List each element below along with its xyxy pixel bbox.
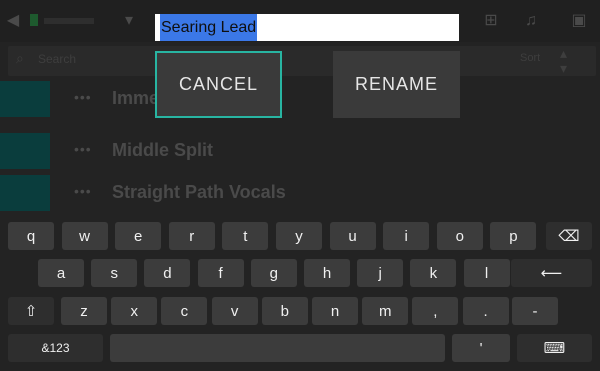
list-item: ••• Immersive Wide bbox=[0, 80, 600, 118]
sort-label: Sort bbox=[520, 52, 541, 64]
key-w[interactable]: w bbox=[61, 222, 108, 250]
selected-text: Searing Lead bbox=[160, 14, 258, 41]
key-h[interactable]: h bbox=[304, 259, 350, 287]
key-z[interactable]: z bbox=[61, 297, 107, 325]
enter-key[interactable]: ⟵ bbox=[511, 259, 592, 287]
key-g[interactable]: g bbox=[250, 259, 297, 287]
search-bar bbox=[8, 46, 596, 76]
key-d[interactable]: d bbox=[144, 259, 191, 287]
list-item: ••• Straight Path Vocals bbox=[0, 174, 600, 212]
on-screen-keyboard: qwertyuiop ⌫ asdfghjkl ⟵ ⇧ zxcvbnm,. - &… bbox=[0, 212, 600, 371]
symbols-key[interactable]: &123 bbox=[8, 334, 103, 362]
back-icon: ◀ bbox=[6, 12, 20, 29]
preset-color-swatch bbox=[0, 175, 50, 211]
cancel-button[interactable]: CANCEL bbox=[155, 51, 282, 118]
key-v[interactable]: v bbox=[211, 297, 258, 325]
key-u[interactable]: u bbox=[329, 222, 376, 250]
level-meter-icon bbox=[30, 14, 38, 26]
key-x[interactable]: x bbox=[111, 297, 158, 325]
shift-key[interactable]: ⇧ bbox=[8, 297, 54, 325]
preset-color-swatch bbox=[0, 81, 50, 117]
preset-name-input[interactable]: Searing Lead bbox=[155, 14, 459, 41]
add-icon: ⊞ bbox=[484, 12, 498, 29]
preset-name: Straight Path Vocals bbox=[112, 182, 286, 202]
key-k[interactable]: k bbox=[410, 259, 457, 287]
key-r[interactable]: r bbox=[168, 222, 215, 250]
key-dash[interactable]: - bbox=[512, 297, 558, 325]
sort-arrows-icon: ▴ ▾ bbox=[560, 45, 568, 76]
preset-name: Middle Split bbox=[112, 140, 213, 160]
key-s[interactable]: s bbox=[91, 259, 138, 287]
key-c[interactable]: c bbox=[161, 297, 208, 325]
key-j[interactable]: j bbox=[357, 259, 404, 287]
key-l[interactable]: l bbox=[463, 259, 510, 287]
key-e[interactable]: e bbox=[115, 222, 162, 250]
key-f[interactable]: f bbox=[197, 259, 244, 287]
key-a[interactable]: a bbox=[38, 259, 84, 287]
more-options-icon: ••• bbox=[74, 89, 92, 105]
key-y[interactable]: y bbox=[276, 222, 322, 250]
search-placeholder: Search bbox=[38, 52, 77, 66]
preset-color-swatch bbox=[0, 133, 50, 169]
rename-button[interactable]: RENAME bbox=[333, 51, 460, 118]
key-comma[interactable]: , bbox=[412, 297, 459, 325]
key-period[interactable]: . bbox=[462, 297, 509, 325]
search-icon: ⌕ bbox=[16, 50, 24, 66]
key-q[interactable]: q bbox=[8, 222, 54, 250]
backspace-key[interactable]: ⌫ bbox=[546, 222, 592, 250]
key-t[interactable]: t bbox=[222, 222, 269, 250]
keyboard-hide-icon[interactable]: ⌨ bbox=[517, 334, 592, 362]
key-b[interactable]: b bbox=[261, 297, 308, 325]
key-apostrophe[interactable]: ' bbox=[452, 334, 510, 362]
save-icon: ▣ bbox=[571, 12, 587, 29]
chevron-down-icon: ▾ bbox=[124, 12, 134, 29]
space-key[interactable] bbox=[110, 334, 445, 362]
key-n[interactable]: n bbox=[312, 297, 358, 325]
notification-icon: ♫ bbox=[525, 12, 537, 29]
key-m[interactable]: m bbox=[362, 297, 409, 325]
more-options-icon: ••• bbox=[74, 141, 92, 157]
key-p[interactable]: p bbox=[490, 222, 537, 250]
key-o[interactable]: o bbox=[436, 222, 483, 250]
more-options-icon: ••• bbox=[74, 183, 92, 199]
list-item: ••• Middle Split bbox=[0, 132, 600, 170]
key-i[interactable]: i bbox=[383, 222, 430, 250]
progress-bar bbox=[44, 18, 94, 24]
